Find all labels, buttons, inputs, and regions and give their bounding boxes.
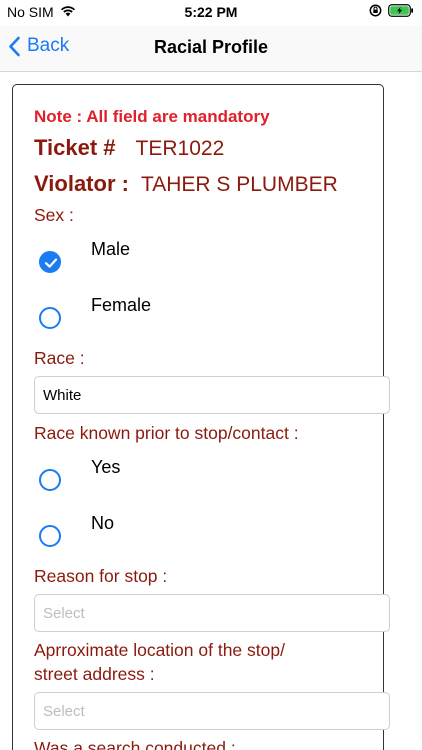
reason-for-stop-label: Reason for stop : xyxy=(34,566,168,586)
clock-label: 5:22 PM xyxy=(184,4,238,20)
location-select[interactable]: Select xyxy=(34,692,390,730)
mandatory-note: Note : All field are mandatory xyxy=(34,107,270,126)
racial-profile-form: Note : All field are mandatory Ticket # … xyxy=(12,84,390,750)
radio-unchecked-icon[interactable] xyxy=(39,525,61,547)
race-label: Race : xyxy=(34,348,85,368)
ticket-value: TER1022 xyxy=(135,137,225,160)
sex-option-female-label: Female xyxy=(91,295,152,315)
page-title: Racial Profile xyxy=(153,37,269,57)
ticket-row: Ticket # TER1022 xyxy=(34,135,224,161)
violator-row: Violator : TAHER S PLUMBER xyxy=(34,171,338,197)
battery-icon xyxy=(388,4,414,22)
race-known-option-yes-label: Yes xyxy=(91,457,121,477)
status-bar: No SIM 5:22 PM xyxy=(0,0,422,26)
violator-label: Violator : xyxy=(34,171,129,196)
orientation-lock-icon xyxy=(369,4,382,22)
race-known-label: Race known prior to stop/contact : xyxy=(34,423,299,443)
ticket-label: Ticket # xyxy=(34,135,116,160)
radio-unchecked-icon[interactable] xyxy=(39,469,61,491)
location-label-line-2: street address : xyxy=(34,664,155,684)
reason-for-stop-select[interactable]: Select xyxy=(34,594,390,632)
navigation-bar: Back Racial Profile xyxy=(0,26,422,72)
radio-checked-icon[interactable] xyxy=(39,251,61,273)
sex-option-male-label: Male xyxy=(91,239,131,259)
status-right xyxy=(369,4,414,22)
sex-label: Sex : xyxy=(34,205,74,225)
search-conducted-label: Was a search conducted : xyxy=(34,738,236,750)
location-label-line-1: Aprroximate location of the stop/ xyxy=(34,640,285,660)
race-field[interactable]: White xyxy=(34,376,390,414)
radio-unchecked-icon[interactable] xyxy=(39,307,61,329)
race-known-option-no-label: No xyxy=(91,513,115,533)
violator-value: TAHER S PLUMBER xyxy=(140,173,338,196)
